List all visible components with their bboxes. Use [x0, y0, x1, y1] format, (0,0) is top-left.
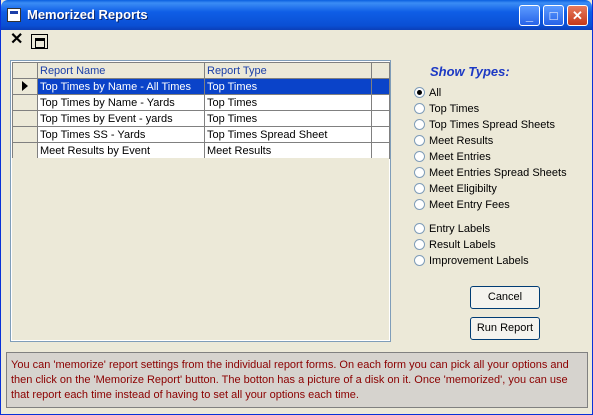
radio-label: Meet Eligibilty: [429, 182, 497, 195]
column-header-report-type[interactable]: Report Type: [204, 62, 372, 79]
radio-button[interactable]: [414, 119, 425, 130]
run-report-button[interactable]: Run Report: [470, 317, 540, 340]
grid-empty-area: [12, 158, 389, 340]
help-text-panel: You can 'memorize' report settings from …: [6, 352, 588, 408]
radio-option-meet-entries[interactable]: Meet Entries: [414, 149, 491, 164]
cell-report-name[interactable]: Top Times by Event - yards: [37, 110, 205, 127]
radio-label: Meet Entries Spread Sheets: [429, 166, 567, 179]
cell-spacer: [371, 126, 390, 143]
radio-label: Result Labels: [429, 238, 496, 251]
column-header-report-name[interactable]: Report Name: [37, 62, 205, 79]
radio-option-meet-results[interactable]: Meet Results: [414, 133, 493, 148]
cell-report-name[interactable]: Meet Results by Event: [37, 142, 205, 159]
radio-option-entry-labels[interactable]: Entry Labels: [414, 221, 490, 236]
cell-report-type[interactable]: Meet Results: [204, 142, 372, 159]
row-selector[interactable]: [12, 110, 38, 127]
radio-button[interactable]: [414, 167, 425, 178]
app-icon: [7, 8, 21, 22]
radio-button[interactable]: [414, 87, 425, 98]
radio-label: Top Times: [429, 102, 480, 115]
radio-label: Top Times Spread Sheets: [429, 118, 555, 131]
radio-button[interactable]: [414, 223, 425, 234]
radio-option-top-times[interactable]: Top Times: [414, 101, 479, 116]
table-row[interactable]: Top Times by Name - All Times Top Times: [12, 78, 390, 95]
cell-report-type[interactable]: Top Times Spread Sheet: [204, 126, 372, 143]
radio-button[interactable]: [414, 239, 425, 250]
column-header-spacer: [371, 62, 390, 79]
radio-button[interactable]: [414, 199, 425, 210]
radio-label: Meet Entries: [429, 150, 491, 163]
cell-report-type[interactable]: Top Times: [204, 94, 372, 111]
delete-icon[interactable]: ✕: [10, 32, 23, 48]
table-row[interactable]: Meet Results by Event Meet Results: [12, 142, 390, 159]
radio-option-all[interactable]: All: [414, 85, 441, 100]
grid-corner: [12, 62, 38, 79]
radio-button[interactable]: [414, 103, 425, 114]
row-selector[interactable]: [12, 142, 38, 159]
radio-option-meet-eligibility[interactable]: Meet Eligibilty: [414, 181, 497, 196]
open-folder-icon[interactable]: [31, 34, 48, 49]
radio-label: Meet Results: [429, 134, 494, 147]
radio-label: Meet Entry Fees: [429, 198, 510, 211]
maximize-icon[interactable]: □: [543, 5, 564, 26]
radio-option-meet-entry-fees[interactable]: Meet Entry Fees: [414, 197, 510, 212]
minimize-icon[interactable]: _: [519, 5, 540, 26]
radio-button[interactable]: [414, 135, 425, 146]
cell-report-name[interactable]: Top Times SS - Yards: [37, 126, 205, 143]
reports-grid[interactable]: Report Name Report Type Top Times by Nam…: [10, 60, 391, 342]
radio-option-meet-entries-spread-sheets[interactable]: Meet Entries Spread Sheets: [414, 165, 567, 180]
current-row-pointer-icon: [22, 81, 28, 91]
radio-option-improvement-labels[interactable]: Improvement Labels: [414, 253, 529, 268]
radio-option-result-labels[interactable]: Result Labels: [414, 237, 496, 252]
cell-report-name[interactable]: Top Times by Name - Yards: [37, 94, 205, 111]
memorized-reports-window: Memorized Reports _ □ ✕ ✕ Report Name Re…: [0, 0, 593, 415]
radio-button[interactable]: [414, 183, 425, 194]
radio-label: All: [429, 86, 442, 99]
radio-button[interactable]: [414, 151, 425, 162]
radio-label: Entry Labels: [429, 222, 491, 235]
row-selector[interactable]: [12, 126, 38, 143]
cell-spacer: [371, 78, 390, 95]
table-row[interactable]: Top Times by Name - Yards Top Times: [12, 94, 390, 111]
radio-button[interactable]: [414, 255, 425, 266]
show-types-heading: Show Types:: [430, 64, 510, 79]
table-row[interactable]: Top Times by Event - yards Top Times: [12, 110, 390, 127]
cell-spacer: [371, 142, 390, 159]
window-title: Memorized Reports: [27, 7, 148, 22]
radio-label: Improvement Labels: [429, 254, 529, 267]
title-bar[interactable]: Memorized Reports _ □ ✕: [1, 0, 592, 30]
cancel-button[interactable]: Cancel: [470, 286, 540, 309]
cell-report-name[interactable]: Top Times by Name - All Times: [37, 78, 205, 95]
cell-report-type[interactable]: Top Times: [204, 110, 372, 127]
cell-spacer: [371, 94, 390, 111]
radio-option-top-times-spread-sheets[interactable]: Top Times Spread Sheets: [414, 117, 555, 132]
row-selector[interactable]: [12, 78, 38, 95]
close-icon[interactable]: ✕: [567, 5, 588, 26]
table-row[interactable]: Top Times SS - Yards Top Times Spread Sh…: [12, 126, 390, 143]
row-selector[interactable]: [12, 94, 38, 111]
cell-spacer: [371, 110, 390, 127]
cell-report-type[interactable]: Top Times: [204, 78, 372, 95]
